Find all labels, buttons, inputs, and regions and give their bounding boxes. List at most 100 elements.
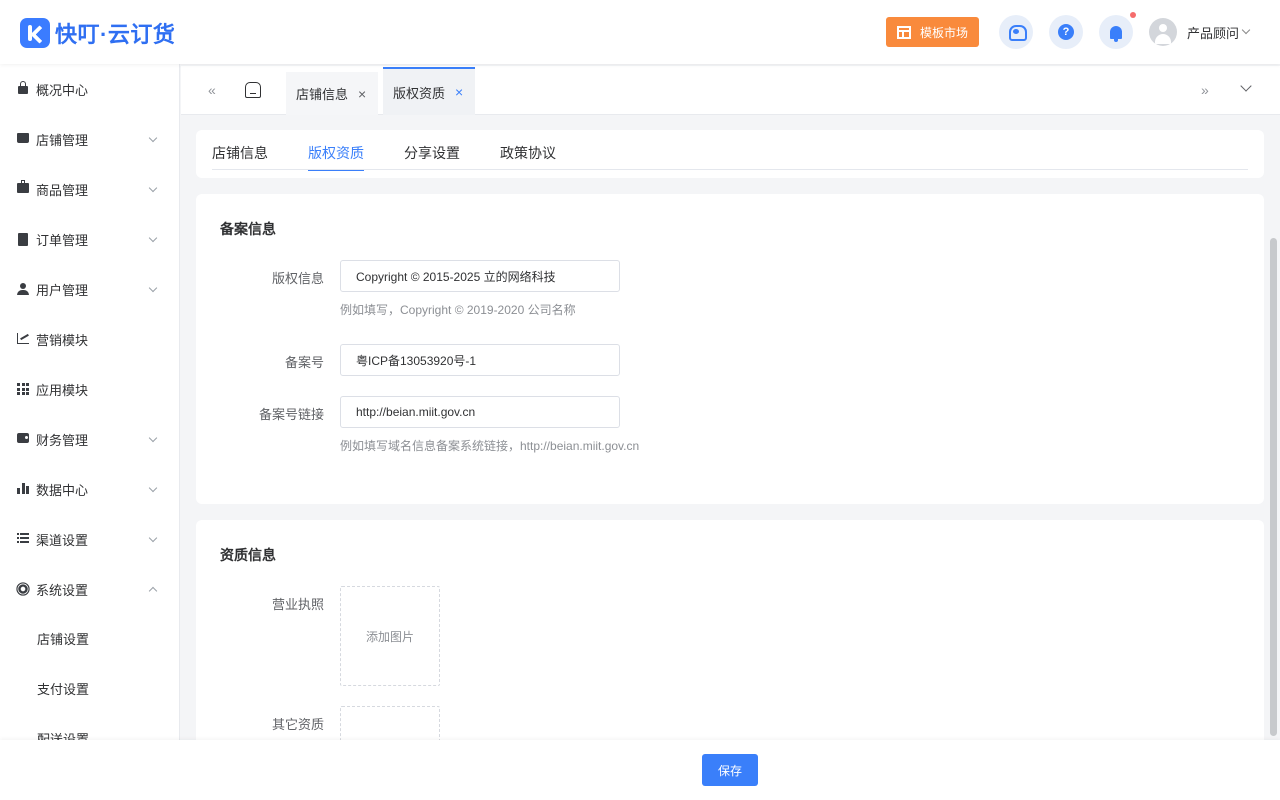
add-image-label: 添加图片 — [365, 629, 414, 644]
shop-icon — [17, 133, 29, 145]
notification-button[interactable] — [1099, 15, 1133, 49]
chevron-down-icon[interactable] — [1240, 80, 1252, 92]
close-icon[interactable]: × — [358, 86, 366, 102]
lock-icon — [17, 81, 29, 95]
scrollbar-thumb[interactable] — [1270, 238, 1277, 736]
footer-bar: 保存 — [0, 740, 1280, 800]
chevron-down-icon — [148, 283, 158, 292]
copyright-hint: 例如填写，Copyright © 2019-2020 公司名称 — [340, 303, 576, 317]
business-license-label: 营业执照 — [271, 597, 324, 612]
sidebar: 概况中心 店铺管理 商品管理 订单管理 用户管理 营销模块 应用模块 财务管理 … — [0, 64, 180, 740]
icp-link-label: 备案号链接 — [258, 407, 324, 422]
notification-badge — [1130, 12, 1136, 18]
sidebar-subitem-payment-settings[interactable]: 支付设置 — [0, 663, 179, 713]
subtab-share-settings[interactable]: 分享设置 — [404, 143, 460, 171]
qualification-card: 资质信息 营业执照 添加图片 其它资质 — [196, 520, 1264, 800]
icp-link-input[interactable] — [340, 396, 620, 428]
wallet-icon — [17, 433, 29, 445]
bar-chart-icon — [17, 483, 29, 495]
sidebar-item-label: 渠道设置 — [36, 532, 89, 548]
scroll-tabs-left-icon[interactable]: « — [208, 83, 220, 97]
tab-copyright[interactable]: 版权资质 × — [383, 67, 475, 115]
sidebar-subitem-label: 支付设置 — [37, 681, 90, 697]
subtab-policy[interactable]: 政策协议 — [500, 143, 556, 171]
top-header: 快叮·云订货 模板市场 ? 产品顾问 — [0, 0, 1280, 64]
sidebar-item-users[interactable]: 用户管理 — [0, 264, 179, 314]
template-market-label: 模板市场 — [919, 25, 968, 40]
sidebar-subitem-delivery-settings[interactable]: 配送设置 — [0, 713, 179, 741]
help-button[interactable]: ? — [1049, 15, 1083, 49]
copyright-label: 版权信息 — [271, 271, 324, 286]
section-title: 资质信息 — [220, 547, 276, 563]
chevron-down-icon — [148, 183, 158, 192]
settings-tabs: 店铺信息 版权资质 分享设置 政策协议 — [196, 130, 1264, 178]
chevron-down-icon — [148, 233, 158, 242]
subtab-shop-info[interactable]: 店铺信息 — [212, 143, 268, 171]
sidebar-item-label: 数据中心 — [36, 482, 89, 498]
sidebar-item-label: 用户管理 — [36, 282, 89, 298]
sidebar-item-finance[interactable]: 财务管理 — [0, 414, 179, 464]
list-icon — [17, 533, 29, 545]
app-logo[interactable]: 快叮·云订货 — [20, 17, 175, 49]
sidebar-item-label: 财务管理 — [36, 432, 89, 448]
template-market-button[interactable]: 模板市场 — [886, 17, 979, 47]
sidebar-item-label: 订单管理 — [36, 232, 89, 248]
clipboard-icon — [17, 233, 29, 246]
sidebar-item-orders[interactable]: 订单管理 — [0, 214, 179, 264]
chevron-up-icon — [148, 586, 158, 595]
chevron-down-icon — [1241, 25, 1251, 35]
tab-label: 版权资质 — [393, 85, 446, 101]
sidebar-subitem-shop-settings[interactable]: 店铺设置 — [0, 613, 179, 663]
help-icon: ? — [1058, 24, 1074, 40]
user-menu[interactable]: 产品顾问 — [1149, 18, 1251, 46]
sidebar-item-label: 应用模块 — [36, 382, 89, 398]
customer-service-icon — [1008, 25, 1027, 41]
chevron-down-icon — [148, 433, 158, 442]
sidebar-item-apps[interactable]: 应用模块 — [0, 364, 179, 414]
sidebar-item-data[interactable]: 数据中心 — [0, 464, 179, 514]
subtab-copyright[interactable]: 版权资质 — [308, 143, 364, 171]
business-license-upload[interactable]: 添加图片 — [340, 586, 440, 686]
grid-icon — [17, 383, 29, 395]
sidebar-item-label: 系统设置 — [36, 582, 89, 598]
divider — [212, 169, 1248, 170]
close-icon[interactable]: × — [455, 84, 463, 100]
user-name: 产品顾问 — [1187, 25, 1240, 41]
sidebar-item-label: 店铺管理 — [36, 132, 89, 148]
tab-shop-info[interactable]: 店铺信息 × — [286, 72, 378, 115]
home-icon[interactable] — [245, 82, 261, 98]
logo-text: 快叮·云订货 — [55, 22, 176, 47]
icp-label: 备案号 — [284, 355, 324, 370]
avatar — [1149, 18, 1177, 46]
sidebar-item-products[interactable]: 商品管理 — [0, 164, 179, 214]
page-tab-bar: « 店铺信息 × 版权资质 × » — [181, 66, 1280, 115]
tab-label: 店铺信息 — [296, 87, 349, 102]
user-icon — [17, 283, 29, 295]
bell-icon — [1110, 25, 1122, 42]
chevron-down-icon — [148, 133, 158, 142]
sidebar-item-marketing[interactable]: 营销模块 — [0, 314, 179, 364]
logo-icon — [20, 18, 50, 48]
scroll-tabs-right-icon[interactable]: » — [1201, 83, 1215, 97]
sidebar-item-shop[interactable]: 店铺管理 — [0, 114, 179, 164]
sidebar-item-label: 营销模块 — [36, 332, 89, 348]
icp-input[interactable] — [340, 344, 620, 376]
sidebar-item-system[interactable]: 系统设置 — [0, 564, 179, 614]
sidebar-subitem-label: 店铺设置 — [37, 631, 90, 647]
box-icon — [17, 180, 29, 195]
save-button[interactable]: 保存 — [702, 754, 758, 786]
section-title: 备案信息 — [220, 221, 276, 237]
chevron-down-icon — [148, 533, 158, 542]
sidebar-item-channels[interactable]: 渠道设置 — [0, 514, 179, 564]
sidebar-subitem-label: 配送设置 — [37, 731, 90, 741]
customer-service-button[interactable] — [999, 15, 1033, 49]
sidebar-item-label: 概况中心 — [36, 82, 89, 98]
icp-link-hint: 例如填写域名信息备案系统链接，http://beian.miit.gov.cn — [340, 439, 640, 453]
other-qualification-label: 其它资质 — [271, 717, 324, 732]
copyright-input[interactable] — [340, 260, 620, 292]
layout-icon — [896, 25, 911, 39]
record-info-card: 备案信息 版权信息 例如填写，Copyright © 2019-2020 公司名… — [196, 194, 1264, 504]
sidebar-item-label: 商品管理 — [36, 182, 89, 198]
sidebar-item-overview[interactable]: 概况中心 — [0, 64, 179, 114]
chevron-down-icon — [148, 483, 158, 492]
